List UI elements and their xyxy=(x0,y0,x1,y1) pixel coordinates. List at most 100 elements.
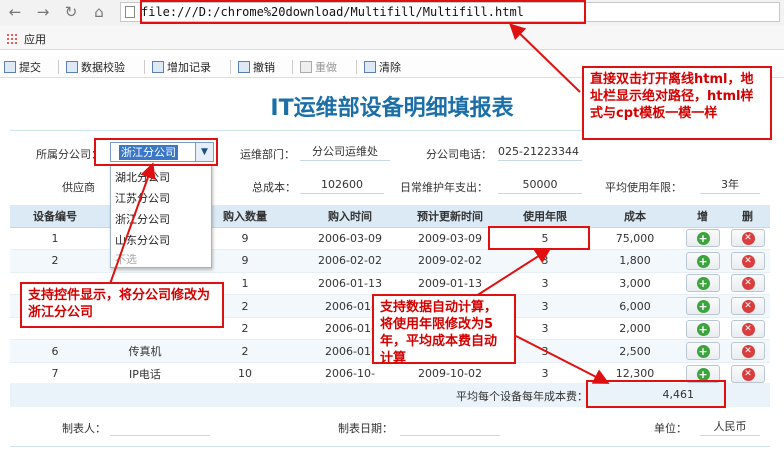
submit-icon xyxy=(4,61,16,73)
clear-icon xyxy=(364,61,376,73)
maintenance-value[interactable]: 50000 xyxy=(498,176,582,194)
col-header: 成本 xyxy=(590,205,680,228)
plus-icon: + xyxy=(696,254,710,268)
cell-years[interactable]: 3 xyxy=(500,362,590,386)
cell-renew-date[interactable]: 2009-10-02 xyxy=(400,362,500,386)
home-icon[interactable]: ⌂ xyxy=(88,2,110,22)
maintenance-label: 日常维护年支出： xyxy=(400,181,488,194)
plus-icon: + xyxy=(696,277,710,291)
validate-button[interactable]: 数据校验 xyxy=(66,59,125,75)
col-header: 预计更新时间 xyxy=(400,205,500,228)
plus-icon: + xyxy=(696,300,710,314)
dept-label: 运维部门： xyxy=(240,148,295,161)
add-record-label: 增加记录 xyxy=(167,61,211,74)
cell-id[interactable]: 6 xyxy=(10,339,100,364)
phone-value[interactable]: 025-21223344 xyxy=(498,143,582,161)
dropdown-option[interactable]: 江苏分公司 xyxy=(115,190,170,206)
branch-highlight-box xyxy=(94,138,218,166)
add-row-button[interactable]: + xyxy=(685,342,720,361)
delete-row-button[interactable]: ✕ xyxy=(730,274,765,293)
annotation-offline-html: 直接双击打开离线html，地址栏显示绝对路径，html样式与cpt模板一模一样 xyxy=(582,66,772,140)
apps-grid-icon[interactable] xyxy=(6,33,18,45)
cell-years[interactable]: 3 xyxy=(500,272,590,296)
date-field[interactable] xyxy=(400,418,500,436)
cell-id[interactable]: 2 xyxy=(10,249,100,273)
cell-cost: 6,000 xyxy=(590,294,680,318)
cell-buy-date[interactable]: 2006-03-09 xyxy=(300,227,400,251)
clear-button[interactable]: 清除 xyxy=(364,59,401,75)
add-record-button[interactable]: 增加记录 xyxy=(152,59,211,75)
unit-label: 单位： xyxy=(654,422,687,435)
undo-label: 撤销 xyxy=(253,61,275,74)
cell-id[interactable]: 1 xyxy=(10,227,100,251)
avg-highlight-box xyxy=(586,380,726,408)
clear-label: 清除 xyxy=(379,61,401,74)
cell-qty[interactable]: 10 xyxy=(190,362,300,386)
maker-field[interactable] xyxy=(110,418,210,436)
close-icon: ✕ xyxy=(741,300,755,314)
branch-dropdown: 湖北分公司 江苏分公司 浙江分公司 山东分公司 不选 xyxy=(110,164,212,268)
cell-renew-date[interactable]: 2009-01-13 xyxy=(400,272,500,296)
annotation-auto-calc: 支持数据自动计算，将使用年限修改为5年，平均成本费自动计算 xyxy=(372,294,516,366)
delete-row-button[interactable]: ✕ xyxy=(730,364,765,383)
cell-cost: 1,800 xyxy=(590,249,680,273)
submit-button[interactable]: 提交 xyxy=(4,59,41,75)
validate-label: 数据校验 xyxy=(81,61,125,74)
redo-button[interactable]: 重做 xyxy=(300,59,337,75)
plus-icon: + xyxy=(696,345,710,359)
reload-icon[interactable]: ↻ xyxy=(60,2,82,22)
col-header: 使用年限 xyxy=(500,205,590,228)
delete-row-button[interactable]: ✕ xyxy=(730,342,765,361)
plus-icon: + xyxy=(696,322,710,336)
delete-row-button[interactable]: ✕ xyxy=(730,251,765,270)
total-cost-value[interactable]: 102600 xyxy=(300,176,384,194)
dropdown-option[interactable]: 湖北分公司 xyxy=(115,169,170,185)
cell-name[interactable]: IP电话 xyxy=(100,362,190,386)
cell-qty[interactable]: 2 xyxy=(190,339,300,364)
dropdown-option[interactable]: 山东分公司 xyxy=(115,232,170,248)
undo-button[interactable]: 撤销 xyxy=(238,59,275,75)
cell-years[interactable]: 3 xyxy=(500,249,590,273)
close-icon: ✕ xyxy=(741,254,755,268)
forward-icon[interactable]: → xyxy=(32,2,54,22)
add-row-button[interactable]: + xyxy=(685,274,720,293)
cell-buy-date[interactable]: 2006-02-02 xyxy=(300,249,400,273)
close-icon: ✕ xyxy=(741,232,755,246)
dept-value[interactable]: 分公司运维处 xyxy=(300,143,390,161)
delete-row-button[interactable]: ✕ xyxy=(730,297,765,316)
toolbar-divider xyxy=(356,60,357,74)
delete-row-button[interactable]: ✕ xyxy=(730,319,765,338)
cell-name[interactable]: 传真机 xyxy=(100,339,190,364)
bookmarks-bar: 应用 xyxy=(0,26,784,50)
col-header: 设备编号 xyxy=(10,205,100,228)
add-row-button[interactable]: + xyxy=(685,319,720,338)
maker-label: 制表人： xyxy=(62,422,106,435)
footer-divider xyxy=(10,446,770,447)
delete-row-button[interactable]: ✕ xyxy=(730,229,765,248)
cell-renew-date[interactable]: 2009-03-09 xyxy=(400,227,500,251)
cell-cost: 75,000 xyxy=(590,227,680,251)
undo-icon xyxy=(238,61,250,73)
back-icon[interactable]: ← xyxy=(4,2,26,22)
apps-bookmark[interactable]: 应用 xyxy=(24,31,46,47)
toolbar-divider xyxy=(144,60,145,74)
unit-value[interactable]: 人民币 xyxy=(700,418,760,436)
close-icon: ✕ xyxy=(741,277,755,291)
add-row-button[interactable]: + xyxy=(685,297,720,316)
add-row-button[interactable]: + xyxy=(685,229,720,248)
years-highlight-box xyxy=(488,226,590,250)
cell-buy-date[interactable]: 2006-01-13 xyxy=(300,272,400,296)
cell-id[interactable]: 7 xyxy=(10,362,100,386)
col-header: 购入时间 xyxy=(300,205,400,228)
avg-life-value[interactable]: 3年 xyxy=(700,176,760,194)
cell-cost: 2,000 xyxy=(590,317,680,341)
date-label: 制表日期： xyxy=(338,422,393,435)
cell-renew-date[interactable]: 2009-02-02 xyxy=(400,249,500,273)
add-row-button[interactable]: + xyxy=(685,251,720,270)
total-cost-label: 总成本： xyxy=(252,181,296,194)
close-icon: ✕ xyxy=(741,322,755,336)
col-header: 增 xyxy=(680,205,725,228)
dropdown-option-none[interactable]: 不选 xyxy=(115,251,137,267)
col-header: 删 xyxy=(725,205,770,228)
dropdown-option[interactable]: 浙江分公司 xyxy=(115,211,170,227)
